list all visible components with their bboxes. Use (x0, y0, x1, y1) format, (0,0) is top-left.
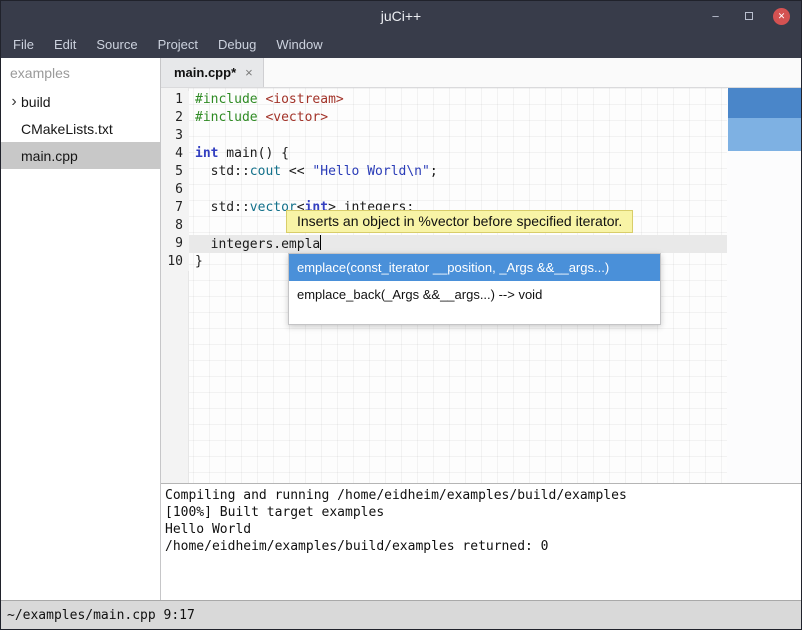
status-text: ~/examples/main.cpp 9:17 (7, 608, 195, 623)
line-number: 4 (161, 145, 189, 163)
close-button[interactable]: ✕ (773, 8, 790, 25)
menu-item-source[interactable]: Source (86, 32, 147, 57)
expander-icon[interactable]: › (7, 94, 21, 110)
code-line-2[interactable]: 2#include <vector> (161, 109, 801, 127)
code-line-9[interactable]: 9 integers.empla (161, 235, 801, 253)
restore-icon (745, 12, 753, 20)
sidebar-item-main-cpp[interactable]: main.cpp (1, 142, 160, 169)
menu-item-edit[interactable]: Edit (44, 32, 86, 57)
sidebar-item-label: CMakeLists.txt (21, 121, 113, 137)
status-bar: ~/examples/main.cpp 9:17 (1, 600, 801, 629)
code-line-1[interactable]: 1#include <iostream> (161, 91, 801, 109)
line-number: 9 (161, 235, 189, 253)
code-line-4[interactable]: 4int main() { (161, 145, 801, 163)
sidebar-item-label: main.cpp (21, 148, 78, 164)
terminal-line: [100%] Built target examples (165, 504, 801, 521)
scrollbar-track[interactable] (728, 118, 801, 151)
line-number: 3 (161, 127, 189, 145)
code-text (189, 181, 727, 199)
menu-item-debug[interactable]: Debug (208, 32, 266, 57)
tab-close-icon[interactable]: × (245, 65, 253, 80)
autocomplete-popup: emplace(const_iterator __position, _Args… (288, 253, 661, 325)
window-controls: − ✕ (707, 8, 801, 25)
line-number: 7 (161, 199, 189, 217)
minimize-icon: − (712, 9, 720, 24)
code-editor[interactable]: 1#include <iostream>2#include <vector>34… (161, 88, 801, 483)
app-window: juCi++ − ✕ FileEditSourceProjectDebugWin… (0, 0, 802, 630)
autocomplete-item[interactable]: emplace_back(_Args &&__args...) --> void (289, 281, 660, 308)
title-bar[interactable]: juCi++ − ✕ (1, 1, 801, 31)
sidebar-item-build[interactable]: ›build (1, 88, 160, 115)
menu-item-project[interactable]: Project (148, 32, 208, 57)
close-icon: ✕ (778, 11, 786, 22)
code-text: integers.empla (189, 235, 727, 253)
terminal-line: /home/eidheim/examples/build/examples re… (165, 538, 801, 555)
code-text: #include <iostream> (189, 91, 727, 109)
code-line-3[interactable]: 3 (161, 127, 801, 145)
sidebar-header[interactable]: examples (1, 58, 160, 88)
code-line-6[interactable]: 6 (161, 181, 801, 199)
file-sidebar: examples ›build CMakeLists.txt main.cpp (1, 58, 161, 600)
documentation-tooltip: Inserts an object in %vector before spec… (286, 210, 633, 233)
text-cursor (320, 235, 321, 250)
line-number: 5 (161, 163, 189, 181)
tab-label: main.cpp* (174, 65, 236, 80)
line-number: 1 (161, 91, 189, 109)
tab-bar: main.cpp* × (161, 58, 801, 88)
window-title: juCi++ (1, 8, 801, 24)
scrollbar-thumb[interactable] (728, 88, 801, 118)
minimize-button[interactable]: − (707, 8, 724, 25)
menu-item-file[interactable]: File (3, 32, 44, 57)
code-text: std::cout << "Hello World\n"; (189, 163, 727, 181)
line-number: 8 (161, 217, 189, 235)
autocomplete-item[interactable]: emplace(const_iterator __position, _Args… (289, 254, 660, 281)
restore-button[interactable] (740, 8, 757, 25)
code-line-5[interactable]: 5 std::cout << "Hello World\n"; (161, 163, 801, 181)
terminal-output[interactable]: Compiling and running /home/eidheim/exam… (161, 483, 801, 600)
code-text: #include <vector> (189, 109, 727, 127)
menu-item-window[interactable]: Window (266, 32, 332, 57)
editor-column: main.cpp* × 1#include <iostream>2#includ… (161, 58, 801, 600)
line-number: 10 (161, 253, 189, 271)
line-number: 6 (161, 181, 189, 199)
code-text (189, 127, 727, 145)
tab-main-cpp[interactable]: main.cpp* × (161, 58, 264, 87)
main-area: examples ›build CMakeLists.txt main.cpp ma… (1, 58, 801, 600)
menu-bar: FileEditSourceProjectDebugWindow (1, 31, 801, 58)
file-tree: ›build CMakeLists.txt main.cpp (1, 88, 160, 169)
code-text: int main() { (189, 145, 727, 163)
sidebar-item-label: build (21, 94, 51, 110)
tooltip-text: Inserts an object in %vector before spec… (297, 213, 622, 229)
terminal-line: Compiling and running /home/eidheim/exam… (165, 487, 801, 504)
line-number: 2 (161, 109, 189, 127)
sidebar-item-cmakelists-txt[interactable]: CMakeLists.txt (1, 115, 160, 142)
terminal-line: Hello World (165, 521, 801, 538)
code-lines: 1#include <iostream>2#include <vector>34… (161, 91, 801, 271)
